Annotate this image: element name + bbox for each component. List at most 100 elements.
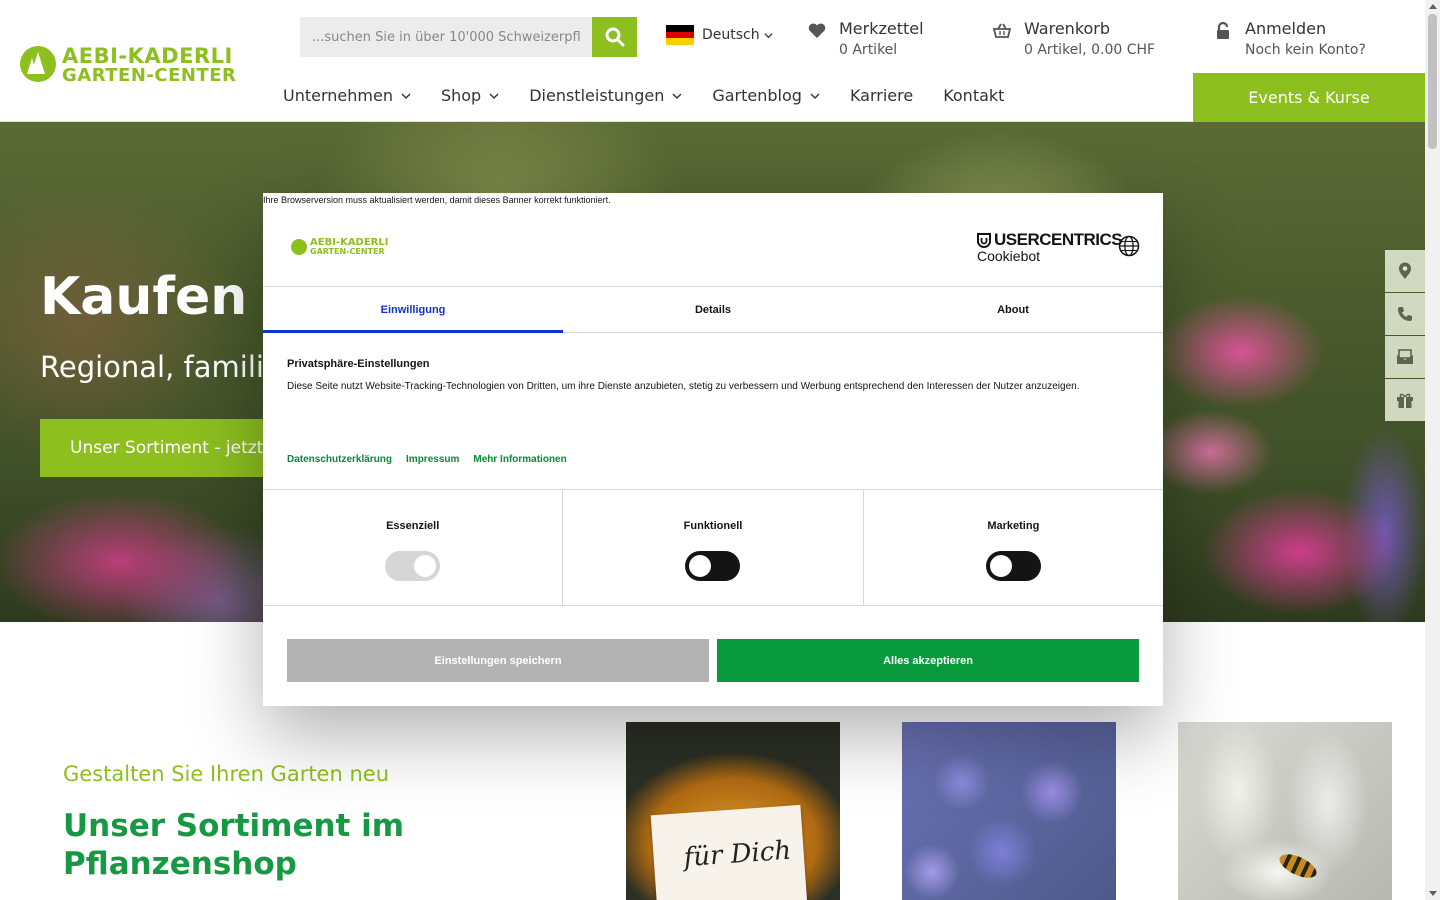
section-title: Unser Sortiment im Pflanzenshop <box>63 808 405 882</box>
cookiebot-logo[interactable]: USERCENTRICS Cookiebot <box>977 230 1123 264</box>
chevron-down-icon <box>764 32 773 38</box>
functional-toggle[interactable] <box>685 551 741 581</box>
language-globe-button[interactable] <box>1118 235 1140 262</box>
newsletter-icon <box>1397 349 1413 364</box>
privacy-policy-link[interactable]: Datenschutzerklärung <box>287 454 392 465</box>
search-button[interactable] <box>592 17 637 57</box>
gift-card-illustration: für Dich <box>650 804 808 900</box>
cart-link[interactable]: Warenkorb 0 Artikel, 0.00 CHF <box>992 18 1155 60</box>
nav-item-gartenblog[interactable]: Gartenblog <box>712 86 820 105</box>
privacy-settings-title: Privatsphäre-Einstellungen <box>287 358 430 370</box>
dialog-logo-line2: GARTEN-CENTER <box>310 247 385 256</box>
cookiebot-label: Cookiebot <box>977 248 1041 264</box>
tree-logo-icon <box>291 239 307 255</box>
privacy-links: Datenschutzerklärung Impressum Mehr Info… <box>287 454 567 465</box>
bee-illustration <box>1276 849 1320 883</box>
privacy-settings-text: Diese Seite nutzt Website-Tracking-Techn… <box>287 381 1080 392</box>
nav-label: Gartenblog <box>712 86 802 105</box>
login-title: Anmelden <box>1245 19 1327 38</box>
scroll-down-arrow-icon[interactable] <box>1429 891 1437 896</box>
gift-icon <box>1397 393 1413 408</box>
category-marketing: Marketing <box>864 490 1163 605</box>
wishlist-link[interactable]: Merkzettel 0 Artikel <box>807 18 924 60</box>
gift-card-text: für Dich <box>682 835 793 874</box>
nav-item-karriere[interactable]: Karriere <box>850 86 913 105</box>
dialog-site-logo: AEBI-KADERLI GARTEN-CENTER <box>291 237 397 257</box>
gift-voucher-button[interactable] <box>1385 379 1425 421</box>
language-selector[interactable]: Deutsch <box>666 25 773 46</box>
tab-einwilligung[interactable]: Einwilligung <box>263 287 563 333</box>
save-settings-button[interactable]: Einstellungen speichern <box>287 639 709 682</box>
nav-item-unternehmen[interactable]: Unternehmen <box>283 86 411 105</box>
search-bar <box>300 17 637 57</box>
usercentrics-label: USERCENTRICS <box>994 230 1123 249</box>
product-image-white-flower[interactable] <box>1178 722 1392 900</box>
phone-button[interactable] <box>1385 293 1425 335</box>
chevron-down-icon <box>672 93 682 99</box>
register-hint: Noch kein Konto? <box>1245 42 1366 58</box>
logo-line2: GARTEN-CENTER <box>62 65 237 86</box>
section-kicker: Gestalten Sie Ihren Garten neu <box>63 762 390 786</box>
chevron-down-icon <box>489 93 499 99</box>
lock-icon <box>1217 21 1229 39</box>
phone-icon <box>1398 307 1412 321</box>
product-image-hydrangea[interactable] <box>902 722 1116 900</box>
category-label: Funktionell <box>683 520 743 532</box>
scroll-up-arrow-icon[interactable] <box>1429 4 1437 9</box>
events-courses-button[interactable]: Events & Kurse <box>1193 73 1425 122</box>
product-image-gift-card[interactable]: für Dich <box>626 722 840 900</box>
location-button[interactable] <box>1385 250 1425 292</box>
toggle-knob <box>414 555 436 577</box>
consent-tabs: Einwilligung Details About <box>263 286 1163 333</box>
nav-label: Dienstleistungen <box>529 86 665 105</box>
tab-about[interactable]: About <box>863 287 1163 332</box>
login-link[interactable]: Anmelden Noch kein Konto? <box>1213 18 1366 60</box>
category-label: Essenziell <box>386 520 440 532</box>
language-label: Deutsch <box>702 27 760 43</box>
nav-label: Unternehmen <box>283 86 393 105</box>
accept-all-button[interactable]: Alles akzeptieren <box>717 639 1139 682</box>
search-icon <box>605 27 624 47</box>
toggle-knob <box>989 555 1012 577</box>
chevron-down-icon <box>810 93 820 99</box>
nav-item-dienstleistungen[interactable]: Dienstleistungen <box>529 86 682 105</box>
browser-warning: Ihre Browserversion muss aktualisiert we… <box>263 195 611 205</box>
cart-summary: 0 Artikel, 0.00 CHF <box>1024 42 1156 58</box>
cookie-consent-dialog: Ihre Browserversion muss aktualisiert we… <box>263 193 1163 706</box>
imprint-link[interactable]: Impressum <box>406 454 459 465</box>
toggle-knob <box>689 555 712 577</box>
category-label: Marketing <box>987 520 1040 532</box>
german-flag-icon <box>666 25 694 46</box>
main-nav: Unternehmen Shop Dienstleistungen Garten… <box>283 86 1034 105</box>
site-logo[interactable]: AEBI-KADERLI GARTEN-CENTER <box>20 44 246 86</box>
tab-details[interactable]: Details <box>563 287 863 332</box>
consent-categories: Essenziell Funktionell Marketing <box>263 489 1163 606</box>
chevron-down-icon <box>401 93 411 99</box>
nav-item-kontakt[interactable]: Kontakt <box>943 86 1004 105</box>
hero-subtitle: Regional, familiä <box>40 350 282 384</box>
nav-label: Kontakt <box>943 86 1005 105</box>
heart-icon <box>808 23 826 38</box>
globe-icon <box>1118 235 1140 257</box>
nav-label: Shop <box>440 86 482 105</box>
page-scrollbar[interactable] <box>1425 0 1440 900</box>
scrollbar-thumb[interactable] <box>1428 14 1437 149</box>
map-pin-icon <box>1399 262 1411 279</box>
shield-icon <box>977 232 991 248</box>
newsletter-button[interactable] <box>1385 336 1425 378</box>
search-input[interactable] <box>300 17 592 57</box>
category-essential: Essenziell <box>263 490 564 605</box>
essential-toggle <box>385 551 440 581</box>
more-info-link[interactable]: Mehr Informationen <box>473 454 566 465</box>
nav-item-shop[interactable]: Shop <box>441 86 499 105</box>
cart-title: Warenkorb <box>1024 19 1111 38</box>
wishlist-count: 0 Artikel <box>839 42 898 58</box>
quick-links-sidebar <box>1385 250 1425 422</box>
category-functional: Funktionell <box>563 490 864 605</box>
marketing-toggle[interactable] <box>985 551 1041 581</box>
wishlist-title: Merkzettel <box>839 19 924 38</box>
site-header: AEBI-KADERLI GARTEN-CENTER Deutsch Merkz… <box>0 0 1425 122</box>
tree-logo-icon <box>20 46 56 82</box>
basket-icon <box>992 23 1012 38</box>
nav-label: Karriere <box>849 86 914 105</box>
